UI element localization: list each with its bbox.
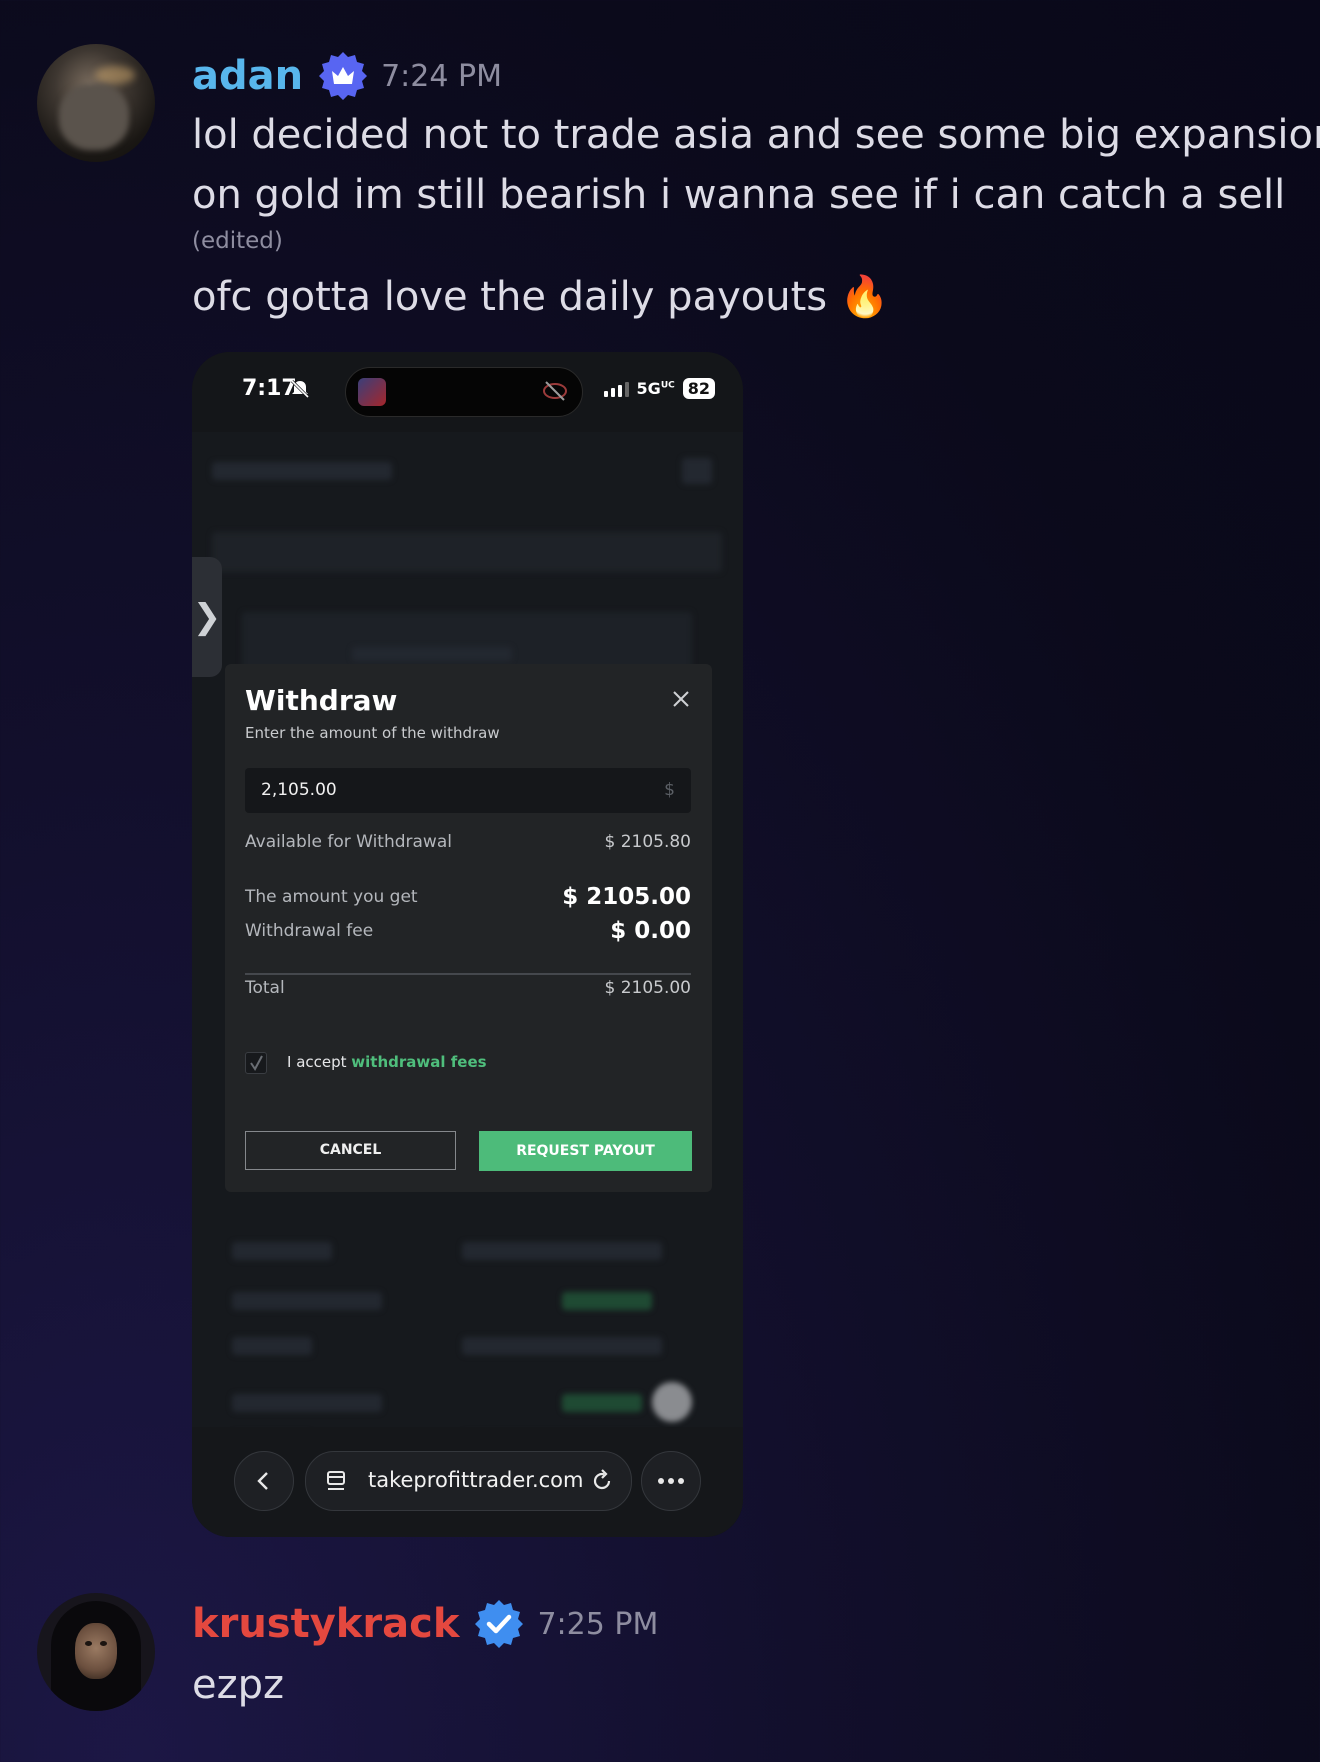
fee-row: Withdrawal fee $ 0.00 bbox=[245, 918, 691, 944]
message-line-2: on gold im still bearish i wanna see if … bbox=[192, 172, 1286, 218]
message-header: krustykrack 7:25 PM bbox=[192, 1598, 658, 1650]
battery-indicator: 82 bbox=[682, 378, 715, 399]
avatar-face bbox=[75, 1623, 117, 1679]
available-value: $ 2105.80 bbox=[604, 832, 691, 852]
accept-fees-checkbox[interactable] bbox=[245, 1052, 267, 1074]
you-get-row: The amount you get $ 2105.00 bbox=[245, 884, 691, 910]
reload-icon[interactable] bbox=[589, 1468, 615, 1494]
withdraw-subtitle: Enter the amount of the withdraw bbox=[245, 724, 500, 742]
browser-back-button[interactable] bbox=[234, 1451, 294, 1511]
available-row: Available for Withdrawal $ 2105.80 bbox=[245, 832, 691, 852]
checkmark-icon bbox=[250, 1055, 263, 1071]
timestamp: 7:24 PM bbox=[381, 58, 502, 94]
avatar-dog-figure bbox=[59, 84, 129, 150]
verified-check-badge-icon[interactable] bbox=[473, 1598, 525, 1650]
you-get-value: $ 2105.00 bbox=[562, 884, 691, 910]
withdraw-modal: Withdraw Enter the amount of the withdra… bbox=[225, 664, 712, 1192]
message-text: ezpz bbox=[192, 1662, 284, 1708]
network-label: 5GUC bbox=[636, 379, 675, 398]
page-menu-icon[interactable] bbox=[326, 1470, 348, 1494]
request-payout-button[interactable]: REQUEST PAYOUT bbox=[479, 1131, 692, 1171]
address-bar[interactable]: takeprofittrader.com bbox=[305, 1451, 632, 1511]
username[interactable]: adan bbox=[192, 53, 303, 99]
message-line-1: lol decided not to trade asia and see so… bbox=[192, 112, 1320, 158]
side-drawer-toggle[interactable]: ❯ bbox=[192, 557, 222, 677]
url-text: takeprofittrader.com bbox=[368, 1468, 584, 1492]
eye-slash-icon bbox=[542, 380, 568, 406]
attached-screenshot[interactable]: 7:17 5GUC 82 ❯ Withdraw Enter the amount… bbox=[192, 352, 743, 1537]
withdraw-title: Withdraw bbox=[245, 684, 398, 717]
fee-label: Withdrawal fee bbox=[245, 921, 374, 941]
withdrawal-fees-link[interactable]: withdrawal fees bbox=[351, 1053, 486, 1071]
avatar-krustykrack[interactable] bbox=[37, 1593, 155, 1711]
you-get-label: The amount you get bbox=[245, 887, 418, 907]
browser-more-button[interactable] bbox=[641, 1451, 701, 1511]
total-value: $ 2105.00 bbox=[604, 978, 691, 998]
edited-label: (edited) bbox=[192, 228, 283, 254]
signal-icon bbox=[603, 381, 629, 397]
message-header: adan 7:24 PM bbox=[192, 50, 502, 102]
available-label: Available for Withdrawal bbox=[245, 832, 452, 852]
mute-bell-icon bbox=[289, 379, 311, 403]
status-right: 5GUC 82 bbox=[603, 378, 715, 399]
dynamic-island bbox=[345, 367, 583, 417]
timestamp: 7:25 PM bbox=[537, 1606, 659, 1642]
total-row: Total $ 2105.00 bbox=[245, 978, 691, 998]
avatar-glow bbox=[95, 66, 135, 84]
avatar-eye bbox=[100, 1641, 107, 1646]
divider bbox=[245, 973, 691, 975]
message-followup: ofc gotta love the daily payouts 🔥 bbox=[192, 274, 890, 320]
app-thumbnail-icon bbox=[358, 378, 386, 406]
close-icon[interactable] bbox=[668, 686, 694, 712]
crown-badge-icon[interactable] bbox=[317, 50, 369, 102]
total-label: Total bbox=[245, 978, 285, 998]
more-dots-icon bbox=[658, 1478, 684, 1484]
chevron-left-icon bbox=[257, 1472, 268, 1490]
cancel-button[interactable]: CANCEL bbox=[245, 1131, 456, 1170]
username[interactable]: krustykrack bbox=[192, 1601, 459, 1647]
accept-prefix: I accept bbox=[287, 1053, 347, 1071]
accept-fees-label: I accept withdrawal fees bbox=[287, 1053, 487, 1071]
fee-value: $ 0.00 bbox=[610, 918, 691, 944]
avatar-adan[interactable] bbox=[37, 44, 155, 162]
withdraw-amount-input[interactable]: 2,105.00 $ bbox=[245, 768, 691, 813]
phone-status-bar: 7:17 5GUC 82 bbox=[192, 352, 743, 432]
avatar-eye bbox=[85, 1641, 92, 1646]
browser-toolbar: takeprofittrader.com bbox=[192, 1427, 743, 1537]
currency-symbol: $ bbox=[664, 780, 675, 800]
amount-value: 2,105.00 bbox=[261, 780, 337, 800]
